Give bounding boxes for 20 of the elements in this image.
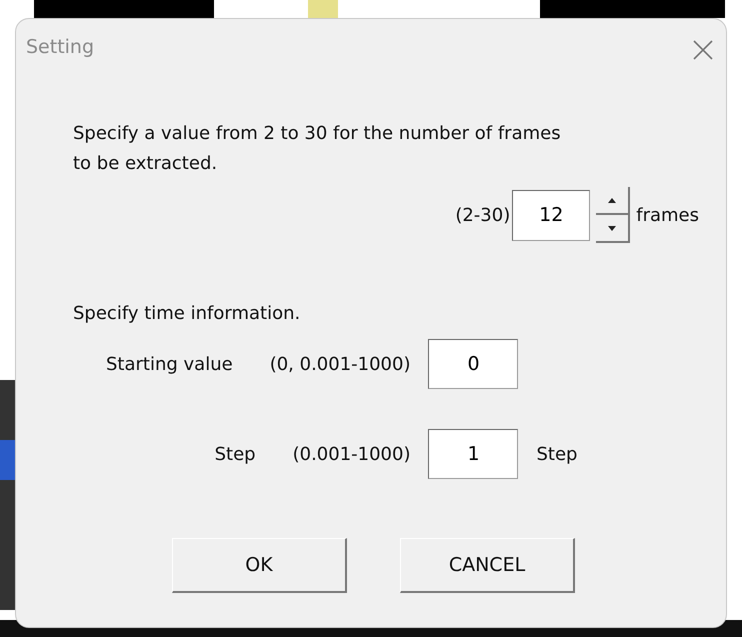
range-label: (0.001-1000): [292, 442, 410, 466]
field-label: Starting value: [106, 352, 233, 376]
close-icon: [692, 39, 714, 62]
range-label: (2-30): [455, 204, 510, 228]
cancel-button[interactable]: CANCEL: [400, 538, 575, 593]
background-tile: [308, 0, 338, 18]
down-arrow-icon: [608, 226, 616, 230]
ok-button[interactable]: OK: [172, 538, 347, 593]
range-label: (0, 0.001-1000): [270, 352, 410, 376]
value-input[interactable]: 1: [428, 429, 518, 479]
dialog-title: Setting: [26, 35, 94, 60]
value-input[interactable]: 0: [428, 339, 518, 389]
instruction-text: Specify a value from 2 to 30 for the number of frames to be extracted.: [73, 122, 562, 176]
instruction-text: Specify time information.: [73, 302, 302, 326]
field-label: Step: [214, 442, 256, 466]
frames-input[interactable]: 12: [512, 190, 590, 240]
spin-down-button[interactable]: [596, 215, 630, 243]
unit-label: Step: [536, 442, 578, 466]
up-arrow-icon: [608, 198, 616, 202]
unit-label: frames: [636, 204, 699, 228]
